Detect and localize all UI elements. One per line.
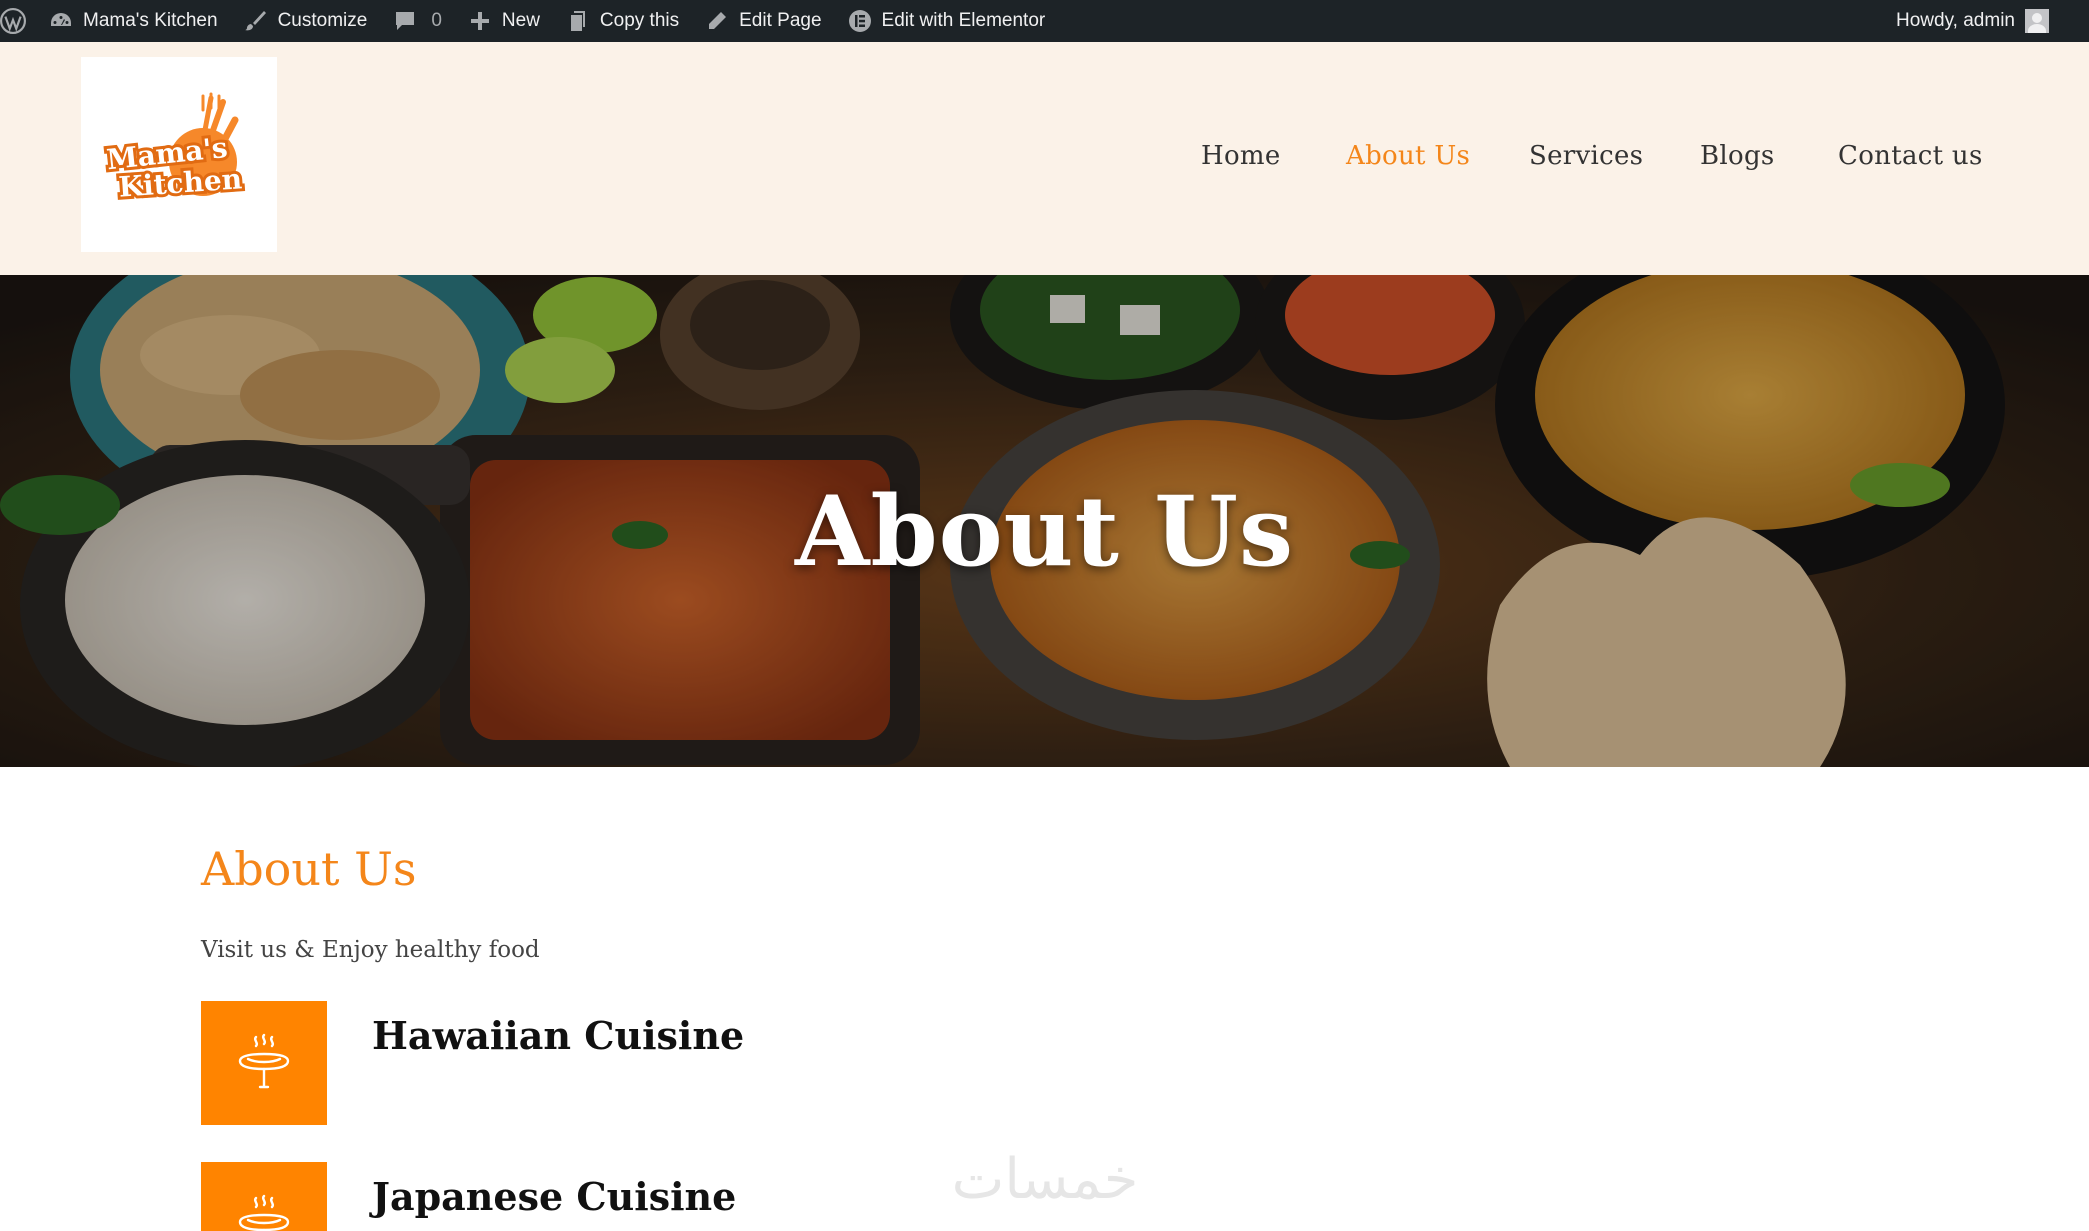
copy-this-link[interactable]: Copy this bbox=[553, 0, 692, 42]
pencil-icon bbox=[709, 12, 727, 29]
avatar bbox=[2025, 9, 2049, 33]
copy-this-label: Copy this bbox=[599, 10, 680, 31]
about-section: About Us Visit us & Enjoy healthy food H… bbox=[0, 767, 2089, 1231]
copy-icon bbox=[570, 11, 585, 31]
edit-page-label: Edit Page bbox=[739, 10, 822, 31]
watermark: خمسات bbox=[951, 1147, 1139, 1212]
brush-icon bbox=[244, 11, 266, 31]
edit-elementor-label: Edit with Elementor bbox=[881, 10, 1046, 31]
hero-banner: About Us bbox=[0, 275, 2089, 767]
wordpress-icon bbox=[0, 8, 26, 34]
customize-label: Customize bbox=[277, 10, 368, 31]
howdy-label: Howdy, admin bbox=[1896, 10, 2015, 31]
grill-sausage-icon bbox=[238, 1194, 290, 1231]
plus-icon bbox=[470, 12, 489, 30]
feature-title: Japanese Cuisine bbox=[372, 1174, 737, 1219]
edit-page-link[interactable]: Edit Page bbox=[692, 0, 834, 42]
about-heading: About Us bbox=[201, 842, 417, 896]
site-name-link[interactable]: Mama's Kitchen bbox=[36, 0, 231, 42]
feature-icon-box bbox=[201, 1162, 327, 1231]
feature-title: Hawaiian Cuisine bbox=[372, 1013, 745, 1058]
main-nav: Home About Us Services Blogs Contact us bbox=[0, 42, 2089, 275]
edit-elementor-link[interactable]: Edit with Elementor bbox=[835, 0, 1059, 42]
nav-contact-us[interactable]: Contact us bbox=[1838, 141, 1983, 171]
new-content-link[interactable]: New bbox=[455, 0, 553, 42]
hero-title: About Us bbox=[795, 475, 1294, 588]
dashboard-icon bbox=[51, 13, 71, 26]
grill-sausage-icon bbox=[238, 1033, 290, 1089]
site-header: Mama's Kitchen Home About Us Services Bl… bbox=[0, 42, 2089, 275]
comments-link[interactable]: 0 bbox=[380, 0, 455, 42]
nav-blogs[interactable]: Blogs bbox=[1700, 141, 1775, 171]
nav-services[interactable]: Services bbox=[1529, 141, 1643, 171]
about-subtitle: Visit us & Enjoy healthy food bbox=[201, 937, 540, 963]
site-name-label: Mama's Kitchen bbox=[83, 10, 218, 31]
nav-home[interactable]: Home bbox=[1201, 141, 1281, 171]
customize-link[interactable]: Customize bbox=[231, 0, 381, 42]
comments-count: 0 bbox=[431, 10, 442, 31]
comment-icon bbox=[396, 12, 415, 30]
admin-bar: Mama's Kitchen Customize 0 New Copy this… bbox=[0, 0, 2089, 42]
feature-item: Japanese Cuisine bbox=[201, 1162, 901, 1231]
feature-item: Hawaiian Cuisine bbox=[201, 1001, 901, 1125]
elementor-icon bbox=[848, 10, 871, 32]
feature-icon-box bbox=[201, 1001, 327, 1125]
new-label: New bbox=[501, 10, 540, 31]
my-account-link[interactable]: Howdy, admin bbox=[1883, 0, 2089, 42]
nav-about-us[interactable]: About Us bbox=[1346, 141, 1470, 171]
wordpress-logo-button[interactable] bbox=[0, 0, 36, 42]
